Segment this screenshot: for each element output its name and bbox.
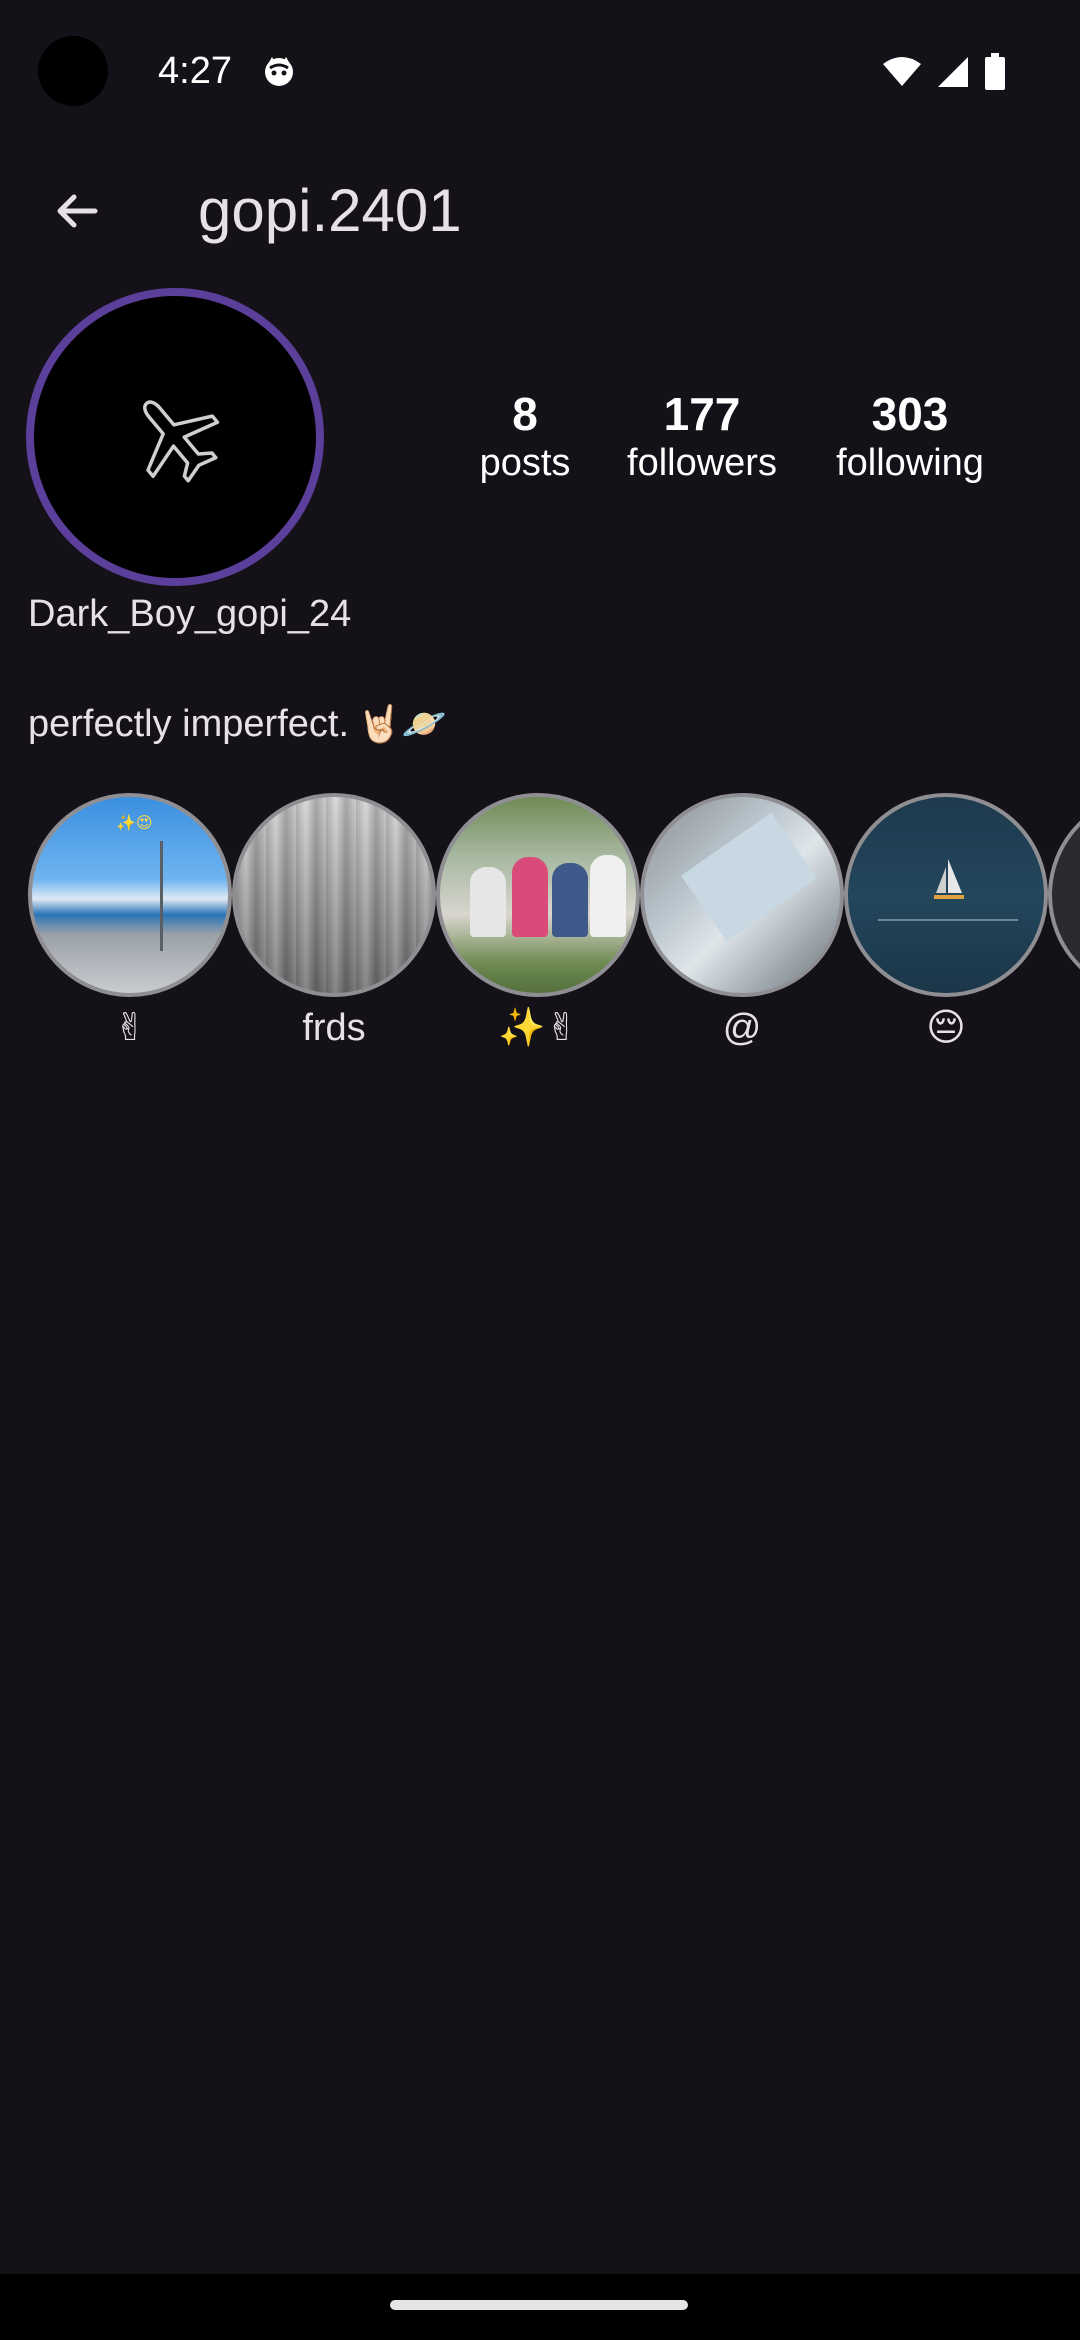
airplane-icon	[143, 400, 220, 483]
status-time: 4:27	[158, 50, 232, 92]
highlight-label: @	[722, 1007, 762, 1049]
battery-icon	[985, 53, 1005, 90]
group-photo-image	[436, 793, 640, 997]
following-count: 303	[871, 388, 949, 440]
partial-highlight-image	[1048, 793, 1080, 997]
signal-icon	[938, 57, 968, 87]
bio-text: perfectly imperfect.	[28, 703, 349, 745]
avatar[interactable]	[26, 288, 324, 586]
bio-emoji: 🤘🏻🪐	[357, 703, 447, 744]
highlight-item[interactable]: ✨😍 ✌	[28, 793, 232, 1051]
gray-texture-image	[232, 793, 436, 997]
highlight-item[interactable]: (	[1048, 793, 1080, 1051]
status-bar: 4:27	[0, 0, 1080, 140]
sailboat-image	[844, 793, 1048, 997]
highlight-item[interactable]: ✨✌	[436, 793, 640, 1051]
followers-count: 177	[663, 388, 741, 440]
cat-face-icon	[265, 57, 293, 86]
camera-cutout	[38, 36, 108, 106]
followers-label: followers	[627, 442, 777, 484]
following-label: following	[836, 442, 984, 484]
sailboat-icon	[934, 859, 964, 899]
highlight-label: frds	[302, 1007, 366, 1049]
stat-followers[interactable]: 177 followers	[592, 388, 812, 486]
stat-following[interactable]: 303 following	[800, 388, 1020, 486]
bio: perfectly imperfect. 🤘🏻🪐	[28, 700, 447, 748]
top-app-bar: gopi.2401	[0, 150, 1080, 270]
status-icons	[882, 52, 1006, 92]
home-indicator[interactable]	[390, 2300, 688, 2310]
back-button[interactable]	[40, 175, 112, 247]
laptop-screen-image	[640, 793, 844, 997]
page-title: gopi.2401	[198, 177, 462, 244]
story-highlights: ✨😍 ✌ frds ✨✌ @ �	[28, 793, 1080, 1053]
arrow-left-icon	[57, 194, 98, 228]
highlight-item[interactable]: frds	[232, 793, 436, 1051]
navigation-bar	[0, 2274, 1080, 2340]
display-name: Dark_Boy_gopi_24	[28, 593, 352, 635]
highlight-label: ✌	[114, 1007, 146, 1049]
highlight-label: 😔	[926, 1007, 966, 1049]
beach-road-image: ✨😍	[28, 793, 232, 997]
highlight-item[interactable]: 😔	[844, 793, 1048, 1051]
highlight-item[interactable]: @	[640, 793, 844, 1051]
wifi-icon	[883, 57, 921, 86]
highlight-label: ✨✌	[498, 1007, 578, 1049]
highlight-label: (	[1048, 1005, 1080, 1051]
